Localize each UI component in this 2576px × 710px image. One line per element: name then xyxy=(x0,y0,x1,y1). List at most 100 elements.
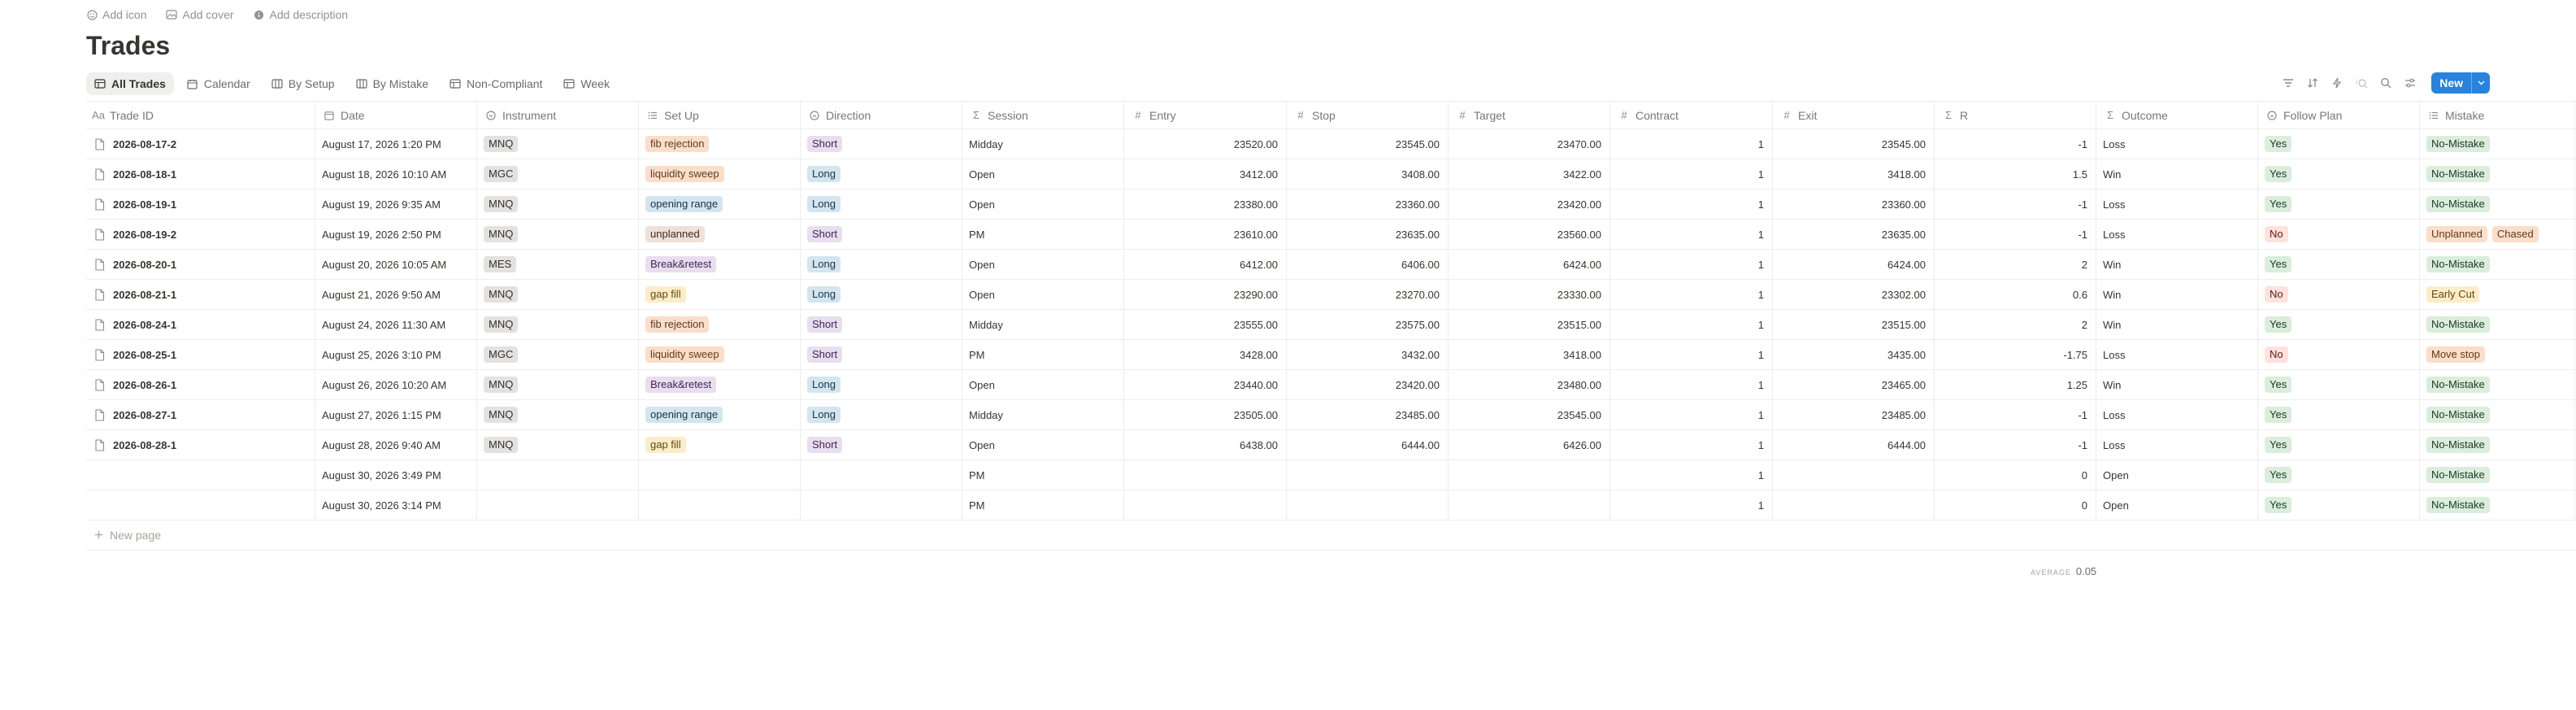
r-cell[interactable]: -1 xyxy=(1935,189,2096,219)
trade-id-cell[interactable]: 2026-08-20-1 xyxy=(86,250,315,279)
filter-icon[interactable] xyxy=(2282,76,2295,89)
follow-plan-cell[interactable]: Yes xyxy=(2258,430,2420,460)
mistake-cell[interactable]: No-Mistake xyxy=(2420,430,2575,460)
session-cell[interactable]: PM xyxy=(962,460,1124,490)
column-header-exit[interactable]: # Exit xyxy=(1773,102,1935,128)
entry-cell[interactable]: 23610.00 xyxy=(1124,220,1287,249)
outcome-cell[interactable]: Loss xyxy=(2096,430,2258,460)
instrument-cell[interactable]: MNQ xyxy=(477,189,639,219)
entry-cell[interactable]: 23555.00 xyxy=(1124,310,1287,339)
r-cell[interactable]: -1 xyxy=(1935,430,2096,460)
entry-cell[interactable] xyxy=(1124,490,1287,520)
target-cell[interactable]: 23330.00 xyxy=(1449,280,1610,309)
exit-cell[interactable]: 3435.00 xyxy=(1773,340,1935,369)
instrument-cell[interactable]: MNQ xyxy=(477,220,639,249)
direction-cell[interactable]: Long xyxy=(801,370,962,399)
session-cell[interactable]: Open xyxy=(962,159,1124,189)
entry-cell[interactable]: 3428.00 xyxy=(1124,340,1287,369)
stop-cell[interactable]: 23420.00 xyxy=(1287,370,1449,399)
stop-cell[interactable]: 23575.00 xyxy=(1287,310,1449,339)
setup-cell[interactable]: Break&retest xyxy=(639,370,801,399)
contract-cell[interactable]: 1 xyxy=(1610,250,1773,279)
target-cell[interactable]: 6426.00 xyxy=(1449,430,1610,460)
mistake-cell[interactable]: Early Cut xyxy=(2420,280,2575,309)
target-cell[interactable]: 6424.00 xyxy=(1449,250,1610,279)
stop-cell[interactable] xyxy=(1287,460,1449,490)
exit-cell[interactable]: 6444.00 xyxy=(1773,430,1935,460)
table-row[interactable]: 2026-08-25-1 August 25, 2026 3:10 PM MGC li… xyxy=(86,340,2576,370)
date-cell[interactable]: August 30, 2026 3:14 PM xyxy=(315,490,477,520)
header-link-add-cover[interactable]: Add cover xyxy=(166,8,234,21)
session-cell[interactable]: Open xyxy=(962,189,1124,219)
target-cell[interactable] xyxy=(1449,490,1610,520)
stop-cell[interactable]: 23485.00 xyxy=(1287,400,1449,429)
mistake-cell[interactable]: No-Mistake xyxy=(2420,490,2575,520)
direction-cell[interactable]: Long xyxy=(801,189,962,219)
setup-cell[interactable]: fib rejection xyxy=(639,310,801,339)
session-cell[interactable]: Midday xyxy=(962,310,1124,339)
table-row[interactable]: 2026-08-20-1 August 20, 2026 10:05 AM MES B… xyxy=(86,250,2576,280)
instrument-cell[interactable]: MNQ xyxy=(477,310,639,339)
follow-plan-cell[interactable]: Yes xyxy=(2258,490,2420,520)
follow-plan-cell[interactable]: Yes xyxy=(2258,189,2420,219)
trade-id-cell[interactable]: 2026-08-24-1 xyxy=(86,310,315,339)
follow-plan-cell[interactable]: Yes xyxy=(2258,250,2420,279)
column-header-trade-id[interactable]: Aa Trade ID xyxy=(86,102,315,128)
column-header-session[interactable]: Σ Session xyxy=(962,102,1124,128)
session-cell[interactable]: Open xyxy=(962,280,1124,309)
outcome-cell[interactable]: Win xyxy=(2096,370,2258,399)
setup-cell[interactable] xyxy=(639,490,801,520)
contract-cell[interactable]: 1 xyxy=(1610,129,1773,159)
outcome-cell[interactable]: Loss xyxy=(2096,129,2258,159)
entry-cell[interactable]: 3412.00 xyxy=(1124,159,1287,189)
contract-cell[interactable]: 1 xyxy=(1610,340,1773,369)
mistake-cell[interactable]: No-Mistake xyxy=(2420,250,2575,279)
mistake-cell[interactable]: No-Mistake xyxy=(2420,370,2575,399)
stop-cell[interactable]: 23360.00 xyxy=(1287,189,1449,219)
exit-cell[interactable]: 23635.00 xyxy=(1773,220,1935,249)
mistake-cell[interactable]: No-Mistake xyxy=(2420,159,2575,189)
column-header-entry[interactable]: # Entry xyxy=(1124,102,1287,128)
target-cell[interactable]: 23545.00 xyxy=(1449,400,1610,429)
trade-id-cell[interactable]: 2026-08-21-1 xyxy=(86,280,315,309)
settings-sliders-icon[interactable] xyxy=(2404,76,2417,89)
table-row[interactable]: 2026-08-19-1 August 19, 2026 9:35 AM MNQ op… xyxy=(86,189,2576,220)
outcome-cell[interactable]: Win xyxy=(2096,310,2258,339)
ai-search-icon[interactable] xyxy=(2355,76,2368,89)
target-cell[interactable]: 23470.00 xyxy=(1449,129,1610,159)
trade-id-cell[interactable]: 2026-08-19-1 xyxy=(86,189,315,219)
follow-plan-cell[interactable]: Yes xyxy=(2258,159,2420,189)
direction-cell[interactable]: Short xyxy=(801,220,962,249)
date-cell[interactable]: August 19, 2026 2:50 PM xyxy=(315,220,477,249)
exit-cell[interactable] xyxy=(1773,460,1935,490)
column-header-target[interactable]: # Target xyxy=(1449,102,1610,128)
column-header-outcome[interactable]: Σ Outcome xyxy=(2096,102,2258,128)
direction-cell[interactable]: Short xyxy=(801,340,962,369)
entry-cell[interactable]: 23505.00 xyxy=(1124,400,1287,429)
follow-plan-cell[interactable]: No xyxy=(2258,280,2420,309)
table-row[interactable]: August 30, 2026 3:14 PM PM 1 0 Open Yes No-Mis… xyxy=(86,490,2576,521)
chevron-down-icon[interactable] xyxy=(2471,72,2490,94)
follow-plan-cell[interactable]: No xyxy=(2258,220,2420,249)
exit-cell[interactable]: 23360.00 xyxy=(1773,189,1935,219)
column-header-mistake[interactable]: Mistake xyxy=(2420,102,2575,128)
date-cell[interactable]: August 25, 2026 3:10 PM xyxy=(315,340,477,369)
r-cell[interactable]: -1 xyxy=(1935,129,2096,159)
target-cell[interactable] xyxy=(1449,460,1610,490)
automation-icon[interactable] xyxy=(2331,76,2344,89)
instrument-cell[interactable] xyxy=(477,460,639,490)
r-cell[interactable]: -1 xyxy=(1935,400,2096,429)
outcome-cell[interactable]: Loss xyxy=(2096,220,2258,249)
r-cell[interactable]: 1.5 xyxy=(1935,159,2096,189)
follow-plan-cell[interactable]: Yes xyxy=(2258,370,2420,399)
new-button-label[interactable]: New xyxy=(2431,72,2471,94)
instrument-cell[interactable]: MNQ xyxy=(477,400,639,429)
outcome-cell[interactable]: Loss xyxy=(2096,400,2258,429)
direction-cell[interactable]: Long xyxy=(801,400,962,429)
outcome-cell[interactable]: Open xyxy=(2096,460,2258,490)
outcome-cell[interactable]: Win xyxy=(2096,250,2258,279)
table-row[interactable]: 2026-08-26-1 August 26, 2026 10:20 AM MNQ B… xyxy=(86,370,2576,400)
outcome-cell[interactable]: Loss xyxy=(2096,340,2258,369)
header-link-add-icon[interactable]: Add icon xyxy=(86,8,146,21)
stop-cell[interactable]: 3408.00 xyxy=(1287,159,1449,189)
